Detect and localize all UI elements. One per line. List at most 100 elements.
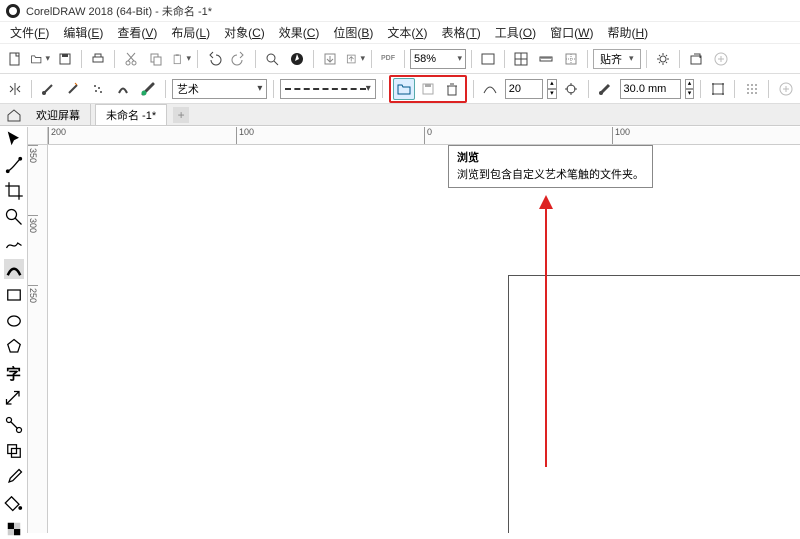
effects-tool-icon[interactable] — [4, 441, 24, 461]
mirror-h-icon[interactable] — [4, 78, 25, 100]
plus-icon[interactable] — [710, 48, 732, 70]
calligraphy-icon[interactable] — [113, 78, 134, 100]
zoom-level[interactable]: 58% — [410, 49, 466, 69]
separator — [473, 80, 474, 98]
menu-位图[interactable]: 位图(B) — [327, 22, 379, 43]
brush-style-dropdown[interactable]: 艺术 — [172, 79, 267, 99]
fullscreen-icon[interactable] — [477, 48, 499, 70]
freehand-tool-icon[interactable] — [4, 233, 24, 253]
print-icon[interactable] — [87, 48, 109, 70]
menu-效果[interactable]: 效果(C) — [273, 22, 326, 43]
pointer-icon[interactable] — [561, 78, 582, 100]
browse-folder-icon[interactable] — [393, 78, 415, 100]
menu-文本[interactable]: 文本(X) — [381, 22, 433, 43]
tooltip: 浏览 浏览到包含自定义艺术笔触的文件夹。 — [448, 145, 653, 188]
separator — [588, 80, 589, 98]
guidelines-icon[interactable] — [560, 48, 582, 70]
delete-stroke-icon[interactable] — [441, 78, 463, 100]
rectangle-tool-icon[interactable] — [4, 285, 24, 305]
dimension-tool-icon[interactable] — [4, 389, 24, 409]
brush-style-label: 艺术 — [177, 81, 199, 97]
titlebar: CorelDRAW 2018 (64-Bit) - 未命名 -1* — [0, 0, 800, 22]
ruler-corner — [28, 127, 48, 145]
pen-width-icon[interactable] — [595, 78, 616, 100]
smoothing-icon[interactable] — [480, 78, 501, 100]
snap-label: 贴齐 — [600, 51, 622, 67]
menu-帮助[interactable]: 帮助(H) — [601, 22, 654, 43]
stroke-preview-dropdown[interactable] — [280, 79, 375, 99]
smoothing-value[interactable]: 20 — [505, 79, 543, 99]
new-doc-icon[interactable] — [4, 48, 26, 70]
brush-preset-icon[interactable] — [38, 78, 59, 100]
add-icon[interactable] — [775, 78, 796, 100]
menubar: 文件(F)编辑(E)查看(V)布局(L)对象(C)效果(C)位图(B)文本(X)… — [0, 22, 800, 44]
fill-tool-icon[interactable] — [4, 493, 24, 513]
stroke-preview — [285, 88, 365, 90]
ruler-tick: 200 — [48, 127, 236, 144]
ruler-tick: 0 — [424, 127, 612, 144]
shape-tool-icon[interactable] — [4, 155, 24, 175]
document-tabs: 欢迎屏幕 未命名 -1* + — [0, 104, 800, 126]
ruler-icon[interactable] — [535, 48, 557, 70]
options-icon[interactable] — [652, 48, 674, 70]
launch-icon[interactable] — [685, 48, 707, 70]
redo-icon[interactable] — [228, 48, 250, 70]
polygon-tool-icon[interactable] — [4, 337, 24, 357]
spray-icon[interactable] — [88, 78, 109, 100]
menu-编辑[interactable]: 编辑(E) — [57, 22, 109, 43]
menu-文件[interactable]: 文件(F) — [4, 22, 55, 43]
artistic-media-tool-icon[interactable] — [4, 259, 24, 279]
cut-icon[interactable] — [120, 48, 142, 70]
separator — [768, 80, 769, 98]
horizontal-ruler[interactable]: 2001000100 — [48, 127, 800, 145]
home-icon[interactable] — [6, 107, 22, 123]
connector-tool-icon[interactable] — [4, 415, 24, 435]
pdf-icon[interactable]: PDF — [377, 48, 399, 70]
pressure-icon[interactable] — [138, 78, 159, 100]
smoothing-spinner[interactable]: ▴▾ — [547, 79, 557, 99]
tooltip-title: 浏览 — [457, 150, 644, 167]
separator — [679, 50, 680, 68]
undo-icon[interactable] — [203, 48, 225, 70]
snap-grid-icon[interactable] — [741, 78, 762, 100]
menu-窗口[interactable]: 窗口(W) — [544, 22, 599, 43]
zoom-tool-icon[interactable] — [4, 207, 24, 227]
separator — [700, 80, 701, 98]
canvas[interactable]: 浏览 浏览到包含自定义艺术笔触的文件夹。 — [48, 145, 800, 533]
vertical-ruler[interactable]: 350300250 — [28, 145, 48, 533]
transparency-tool-icon[interactable] — [4, 519, 24, 539]
eyedropper-tool-icon[interactable] — [4, 467, 24, 487]
ruler-tick: 100 — [236, 127, 424, 144]
welcome-tab[interactable]: 欢迎屏幕 — [26, 104, 91, 125]
width-value[interactable]: 30.0 mm — [620, 79, 681, 99]
copy-icon[interactable] — [145, 48, 167, 70]
ruler-tick: 100 — [612, 127, 800, 144]
width-spinner[interactable]: ▴▾ — [685, 79, 695, 99]
brush-edit-icon[interactable] — [63, 78, 84, 100]
bounding-icon[interactable] — [707, 78, 728, 100]
import-icon[interactable] — [319, 48, 341, 70]
crop-tool-icon[interactable] — [4, 181, 24, 201]
snap-button[interactable]: 贴齐 — [593, 49, 641, 69]
pick-tool-icon[interactable] — [4, 129, 24, 149]
paste-icon[interactable] — [170, 48, 192, 70]
search-icon[interactable] — [261, 48, 283, 70]
open-icon[interactable] — [29, 48, 51, 70]
ellipse-tool-icon[interactable] — [4, 311, 24, 331]
grid-icon[interactable] — [510, 48, 532, 70]
save-stroke-icon[interactable] — [417, 78, 439, 100]
menu-布局[interactable]: 布局(L) — [165, 22, 216, 43]
compass-icon[interactable] — [286, 48, 308, 70]
separator — [114, 50, 115, 68]
menu-查看[interactable]: 查看(V) — [111, 22, 163, 43]
page-outline — [508, 275, 800, 533]
save-icon[interactable] — [54, 48, 76, 70]
text-tool-icon[interactable]: 字 — [4, 363, 24, 383]
menu-工具[interactable]: 工具(O) — [489, 22, 542, 43]
new-tab-button[interactable]: + — [173, 107, 189, 123]
export-icon[interactable] — [344, 48, 366, 70]
active-doc-tab[interactable]: 未命名 -1* — [95, 104, 167, 125]
menu-对象[interactable]: 对象(C) — [218, 22, 271, 43]
separator — [587, 50, 588, 68]
menu-表格[interactable]: 表格(T) — [435, 22, 486, 43]
